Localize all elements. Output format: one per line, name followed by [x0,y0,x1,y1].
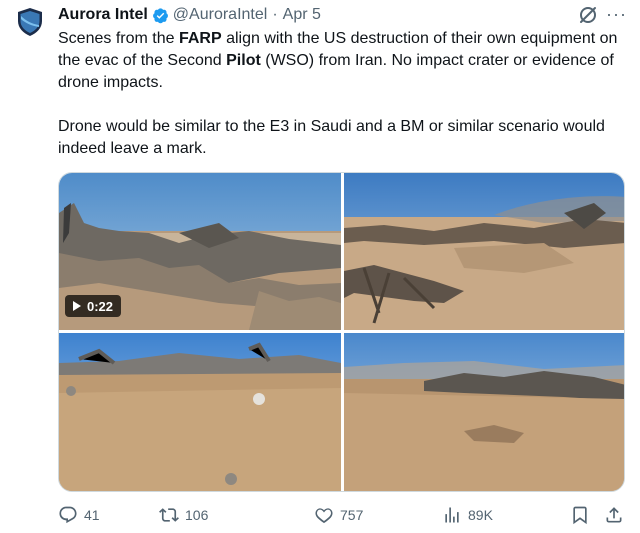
repost-count: 106 [185,507,209,523]
views-button[interactable]: 89K [442,503,493,527]
media-photo-4[interactable] [344,333,624,491]
reply-count: 41 [84,507,100,523]
media-photo-2[interactable] [344,173,624,330]
media-photo-3[interactable] [59,333,341,491]
header-separator: · [272,6,278,23]
media-grid: 0:22 [58,172,625,492]
views-chart-icon [445,507,459,523]
tweet-paragraph-1: Scenes from the FARP align with the US d… [58,30,618,91]
play-icon [73,301,81,311]
grok-icon[interactable] [578,5,598,25]
media-video-thumbnail[interactable]: 0:22 [59,173,341,330]
verified-badge-icon [152,7,168,23]
repost-icon [159,508,179,522]
like-count: 757 [340,507,364,523]
shield-logo-icon [14,6,46,38]
tweet-text: Scenes from the FARP align with the US d… [58,28,618,160]
tweet-paragraph-2: Drone would be similar to the E3 in Saud… [58,118,605,157]
bookmark-icon [573,506,587,525]
action-bar: 41 106 757 89K [58,503,628,527]
share-icon [606,507,622,523]
video-duration-badge: 0:22 [65,295,122,317]
reply-button[interactable]: 41 [58,503,100,527]
share-button[interactable] [604,503,624,527]
views-count: 89K [468,507,493,523]
repost-button[interactable]: 106 [159,503,208,527]
tweet-date[interactable]: Apr 5 [283,6,321,24]
bookmark-button[interactable] [570,503,590,527]
author-handle[interactable]: @AuroraIntel [173,6,268,24]
more-options-icon[interactable]: ··· [606,4,628,24]
like-button[interactable]: 757 [314,503,363,527]
tweet-header: Aurora Intel @AuroraIntel · Apr 5 [58,4,321,26]
author-avatar[interactable] [14,6,46,38]
heart-icon [315,508,333,524]
reply-icon [59,506,77,524]
author-name[interactable]: Aurora Intel [58,6,148,24]
